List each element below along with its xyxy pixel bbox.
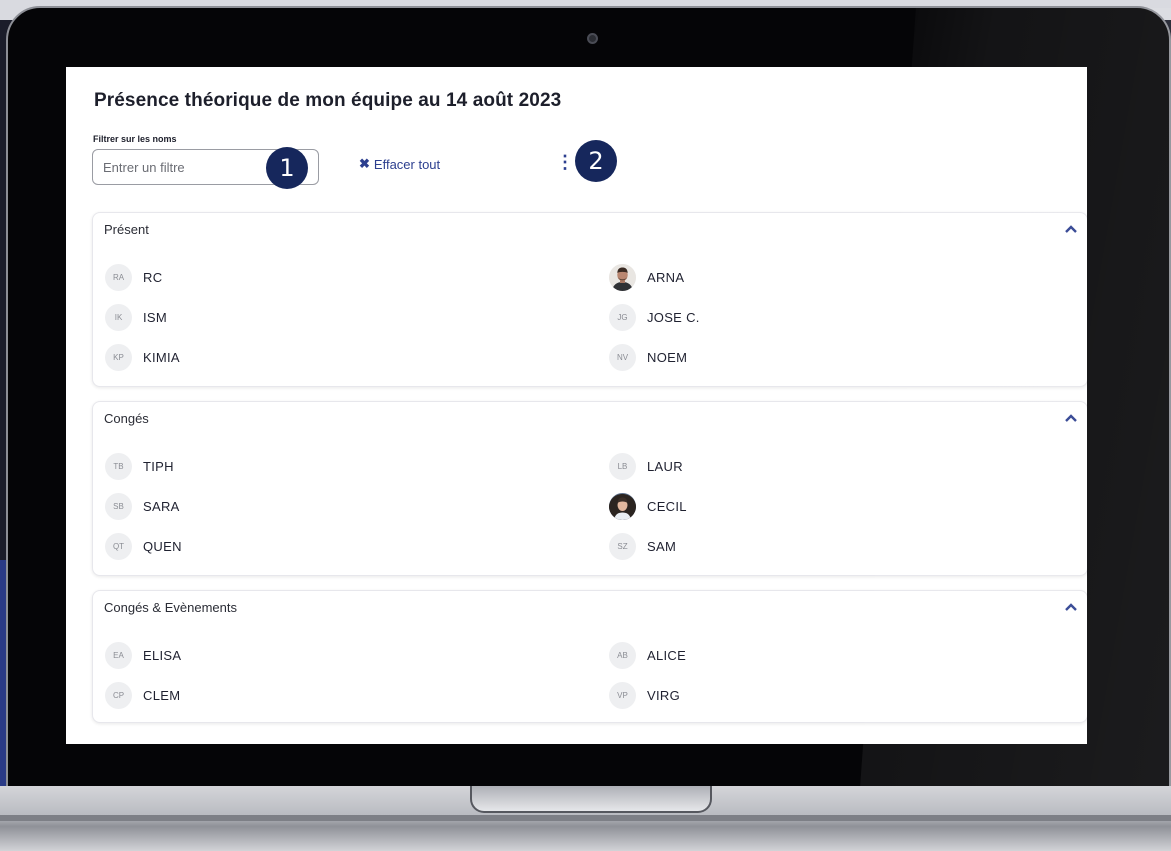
person-name: ISM	[143, 310, 168, 325]
person-name: JOSE C.	[647, 310, 700, 325]
person-item[interactable]: CP CLEM	[105, 682, 609, 709]
person-name: LAUR	[647, 459, 683, 474]
more-vertical-icon[interactable]: ⋮	[556, 153, 574, 171]
clear-all-button[interactable]: ✖ Effacer tout	[359, 156, 440, 172]
avatar-photo	[609, 264, 636, 291]
person-name: NOEM	[647, 350, 688, 365]
avatar: SZ	[609, 533, 636, 560]
person-name: ELISA	[143, 648, 182, 663]
avatar: KP	[105, 344, 132, 371]
callout-marker-1: 1	[266, 147, 308, 189]
avatar: TB	[105, 453, 132, 480]
clear-all-label: Effacer tout	[373, 156, 441, 172]
avatar: LB	[609, 453, 636, 480]
person-name: KIMIA	[143, 350, 180, 365]
filter-label: Filtrer sur les noms	[93, 134, 177, 144]
person-item[interactable]: TB TIPH	[105, 453, 609, 480]
person-name: CLEM	[143, 688, 181, 703]
section-title: Congés	[104, 411, 149, 426]
close-icon: ✖	[359, 156, 370, 171]
person-name: RC	[143, 270, 163, 285]
person-item[interactable]: RA RC	[105, 264, 609, 291]
person-name: TIPH	[143, 459, 174, 474]
person-name: ARNA	[647, 270, 685, 285]
person-item[interactable]: EA ELISA	[105, 642, 609, 669]
person-name: ALICE	[647, 648, 687, 663]
person-name: CECIL	[647, 499, 687, 514]
laptop-base-edge	[0, 815, 1171, 821]
section-title: Présent	[104, 222, 149, 237]
person-name: QUEN	[143, 539, 182, 554]
person-name: SARA	[143, 499, 180, 514]
avatar-photo	[609, 493, 636, 520]
avatar: AB	[609, 642, 636, 669]
person-item[interactable]: QT QUEN	[105, 533, 609, 560]
avatar: VP	[609, 682, 636, 709]
avatar: IK	[105, 304, 132, 331]
person-name: SAM	[647, 539, 677, 554]
avatar: EA	[105, 642, 132, 669]
webcam	[587, 33, 598, 44]
person-name: VIRG	[647, 688, 680, 703]
callout-marker-2: 2	[575, 140, 617, 182]
laptop-notch	[470, 786, 712, 813]
person-item[interactable]: SB SARA	[105, 493, 609, 520]
avatar: CP	[105, 682, 132, 709]
section-title: Congés & Evènements	[104, 600, 237, 615]
avatar: NV	[609, 344, 636, 371]
avatar: RA	[105, 264, 132, 291]
page-title: Présence théorique de mon équipe au 14 a…	[94, 90, 562, 111]
avatar: SB	[105, 493, 132, 520]
person-item[interactable]: IK ISM	[105, 304, 609, 331]
avatar: JG	[609, 304, 636, 331]
person-item[interactable]: KP KIMIA	[105, 344, 609, 371]
avatar: QT	[105, 533, 132, 560]
